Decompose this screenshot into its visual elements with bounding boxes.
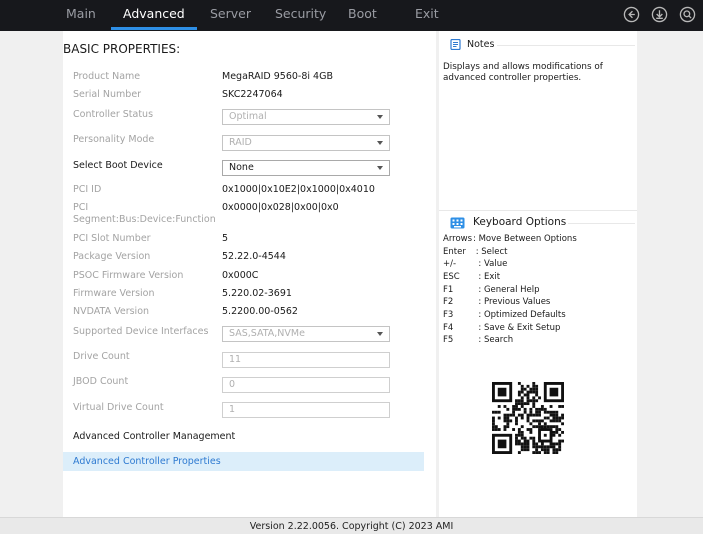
- boot-device-label: Select Boot Device: [73, 160, 163, 171]
- virtual-drive-count-label: Virtual Drive Count: [73, 402, 164, 413]
- kb-item-f4: F4 : Save & Exit Setup: [443, 323, 561, 333]
- search-icon[interactable]: [679, 6, 696, 23]
- tab-main[interactable]: Main: [66, 0, 96, 31]
- drive-count-field: 11: [222, 352, 390, 368]
- tab-exit[interactable]: Exit: [415, 0, 439, 31]
- jbod-count-label: JBOD Count: [73, 376, 129, 387]
- chevron-down-icon: [377, 166, 383, 170]
- drive-count-label: Drive Count: [73, 351, 130, 362]
- psoc-firmware-value: 0x000C: [222, 270, 259, 281]
- kb-item-esc: ESC : Exit: [443, 272, 501, 282]
- advanced-controller-properties-row[interactable]: Advanced Controller Properties: [63, 452, 424, 471]
- firmware-version-label: Firmware Version: [73, 288, 155, 299]
- package-version-value: 52.22.0-4544: [222, 251, 286, 262]
- personality-mode-dropdown: RAID: [222, 135, 390, 151]
- nvdata-version-label: NVDATA Version: [73, 306, 150, 317]
- notes-divider: [497, 45, 635, 46]
- kb-item-f1: F1 : General Help: [443, 285, 540, 295]
- pci-slot-value: 5: [222, 233, 229, 244]
- psoc-firmware-label: PSOC Firmware Version: [73, 270, 184, 281]
- controller-status-value: Optimal: [229, 111, 267, 122]
- kb-item-arrows: Arrows: Move Between Options: [443, 234, 577, 244]
- tab-advanced[interactable]: Advanced: [111, 0, 197, 31]
- pci-segment-label-1: PCI: [73, 202, 89, 213]
- device-interfaces-value: SAS,SATA,NVMe: [229, 328, 305, 339]
- product-name-value: MegaRAID 9560-8i 4GB: [222, 71, 333, 82]
- section-title: BASIC PROPERTIES:: [63, 42, 181, 56]
- virtual-drive-count-field: 1: [222, 402, 390, 418]
- chevron-down-icon: [377, 332, 383, 336]
- keyboard-options-title: Keyboard Options: [473, 216, 567, 228]
- back-icon[interactable]: [623, 6, 640, 23]
- personality-mode-value: RAID: [229, 137, 252, 148]
- chevron-down-icon: [377, 115, 383, 119]
- jbod-count-field: 0: [222, 377, 390, 393]
- pci-segment-value: 0x0000|0x028|0x00|0x0: [222, 202, 339, 213]
- qr-code-frame: [485, 375, 571, 461]
- controller-status-label: Controller Status: [73, 109, 154, 120]
- advanced-controller-management-link[interactable]: Advanced Controller Management: [73, 431, 235, 443]
- keyboard-divider: [568, 223, 635, 224]
- personality-mode-label: Personality Mode: [73, 134, 155, 145]
- pci-segment-label-2: Segment:Bus:Device:Function: [73, 214, 216, 225]
- tab-boot[interactable]: Boot: [348, 0, 377, 31]
- notes-text-line-1: Displays and allows modifications of: [443, 62, 603, 72]
- serial-number-label: Serial Number: [73, 89, 142, 100]
- kb-item-f5: F5 : Search: [443, 335, 514, 345]
- advanced-controller-properties-link: Advanced Controller Properties: [73, 456, 221, 467]
- notes-icon: [450, 39, 461, 50]
- pci-slot-label: PCI Slot Number: [73, 233, 151, 244]
- serial-number-value: SKC2247064: [222, 89, 283, 100]
- kb-item-enter: Enter : Select: [443, 247, 508, 257]
- notes-title: Notes: [467, 39, 495, 50]
- pci-id-label: PCI ID: [73, 184, 102, 195]
- package-version-label: Package Version: [73, 251, 151, 262]
- boot-device-value: None: [229, 162, 254, 173]
- kb-item-f2: F2 : Previous Values: [443, 297, 551, 307]
- qr-code-icon: [492, 382, 564, 454]
- product-name-label: Product Name: [73, 71, 141, 82]
- tab-security[interactable]: Security: [275, 0, 326, 31]
- firmware-version-value: 5.220.02-3691: [222, 288, 292, 299]
- kb-item-plus-minus: +/- : Value: [443, 259, 508, 269]
- device-interfaces-dropdown: SAS,SATA,NVMe: [222, 326, 390, 342]
- boot-device-dropdown[interactable]: None: [222, 160, 390, 176]
- controller-status-dropdown: Optimal: [222, 109, 390, 125]
- keyboard-icon: [450, 217, 465, 229]
- footer-version: Version 2.22.0056. Copyright (C) 2023 AM…: [0, 517, 703, 534]
- top-menu-bar: Main Advanced Server Security Boot Exit: [0, 0, 703, 31]
- notes-text-line-2: advanced controller properties.: [443, 73, 582, 83]
- nvdata-version-value: 5.2200.00-0562: [222, 306, 298, 317]
- chevron-down-icon: [377, 141, 383, 145]
- panel-divider: [439, 210, 637, 211]
- tab-server[interactable]: Server: [210, 0, 251, 31]
- device-interfaces-label: Supported Device Interfaces: [73, 326, 209, 337]
- pci-id-value: 0x1000|0x10E2|0x1000|0x4010: [222, 184, 375, 195]
- download-icon[interactable]: [651, 6, 668, 23]
- kb-item-f3: F3 : Optimized Defaults: [443, 310, 566, 320]
